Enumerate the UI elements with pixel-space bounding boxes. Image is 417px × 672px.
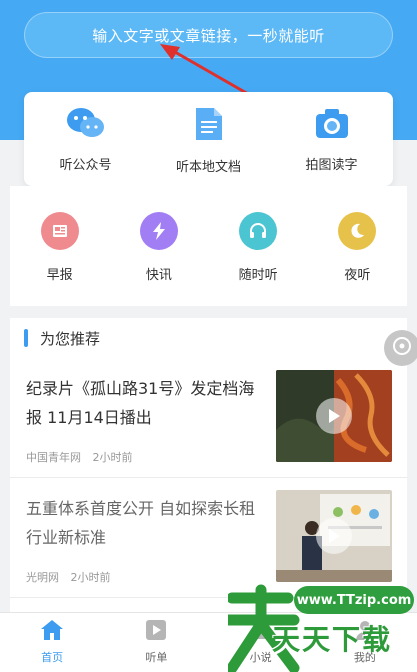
listen-wechat-button[interactable]: 听公众号	[24, 92, 147, 186]
article-source: 光明网	[26, 571, 59, 584]
tab-novel[interactable]: 小说	[209, 613, 313, 672]
article-meta: 中国青年网 2小时前	[26, 449, 133, 465]
lightning-icon	[139, 212, 178, 250]
quick-link-label: 夜听	[344, 268, 371, 283]
document-icon	[193, 106, 225, 146]
photo-read-label: 拍图读字	[305, 158, 358, 173]
playlist-icon	[145, 619, 167, 645]
tab-label: 小说	[249, 651, 272, 664]
article-source: 中国青年网	[26, 451, 81, 464]
listen-wechat-label: 听公众号	[59, 158, 112, 173]
article-meta: 光明网 2小时前	[26, 569, 111, 585]
photo-read-button[interactable]: 拍图读字	[270, 92, 393, 186]
floating-player-button[interactable]	[384, 330, 417, 366]
article-item[interactable]: 纪录片《孤山路31号》发定档海报 11月14日播出 中国青年网 2小时前	[10, 358, 407, 478]
article-title: 纪录片《孤山路31号》发定档海报 11月14日播出	[26, 379, 255, 427]
newspaper-icon	[40, 212, 79, 250]
tab-playlist[interactable]: 听单	[104, 613, 208, 672]
book-icon	[250, 619, 272, 645]
quick-link-label: 随时听	[238, 268, 278, 283]
tab-label: 听单	[145, 651, 168, 664]
quick-link-night-listen[interactable]: 夜听	[308, 186, 407, 306]
main-actions-card: 听公众号 听本地文档 拍图读字	[24, 92, 393, 186]
article-time: 2小时前	[70, 571, 111, 584]
feed-title: 为您推荐	[40, 329, 101, 348]
wechat-bubbles-icon	[66, 106, 106, 144]
feed-header-bar	[24, 329, 28, 347]
tab-home[interactable]: 首页	[0, 613, 104, 672]
feed-header: 为您推荐	[10, 318, 407, 358]
search-input[interactable]: 输入文字或文章链接，一秒就能听	[24, 12, 393, 58]
user-icon	[354, 619, 376, 645]
moon-icon	[338, 212, 377, 250]
quick-link-flash-news[interactable]: 快讯	[109, 186, 208, 306]
tab-label: 我的	[353, 651, 376, 664]
camera-icon	[314, 106, 350, 144]
quick-link-listen-anytime[interactable]: 随时听	[209, 186, 308, 306]
tab-label: 首页	[41, 651, 64, 664]
tab-mine[interactable]: 我的	[313, 613, 417, 672]
quick-link-morning-news[interactable]: 早报	[10, 186, 109, 306]
quick-link-label: 早报	[46, 268, 73, 283]
disc-icon	[392, 336, 412, 360]
article-item[interactable]: 五重体系首度公开 自如探索长租行业新标准 光明网 2小时前	[10, 478, 407, 598]
play-icon	[316, 518, 352, 554]
recommend-feed: 为您推荐 纪录片《孤山路31号》发定档海报 11月14日播出 中国青年网 2小时…	[10, 318, 407, 612]
quick-link-label: 快讯	[145, 268, 172, 283]
listen-local-doc-label: 听本地文档	[175, 160, 241, 175]
listen-local-doc-button[interactable]: 听本地文档	[147, 92, 270, 186]
article-title: 五重体系首度公开 自如探索长租行业新标准	[26, 499, 256, 547]
quick-links: 早报 快讯 随时听 夜听	[10, 186, 407, 306]
play-icon	[316, 398, 352, 434]
article-thumbnail	[276, 370, 392, 462]
search-placeholder: 输入文字或文章链接，一秒就能听	[92, 26, 325, 45]
headphones-icon	[239, 212, 278, 250]
article-thumbnail	[276, 490, 392, 582]
home-icon	[40, 619, 64, 645]
bottom-tab-bar: 首页 听单 小说 我的	[0, 612, 417, 672]
article-time: 2小时前	[92, 451, 133, 464]
